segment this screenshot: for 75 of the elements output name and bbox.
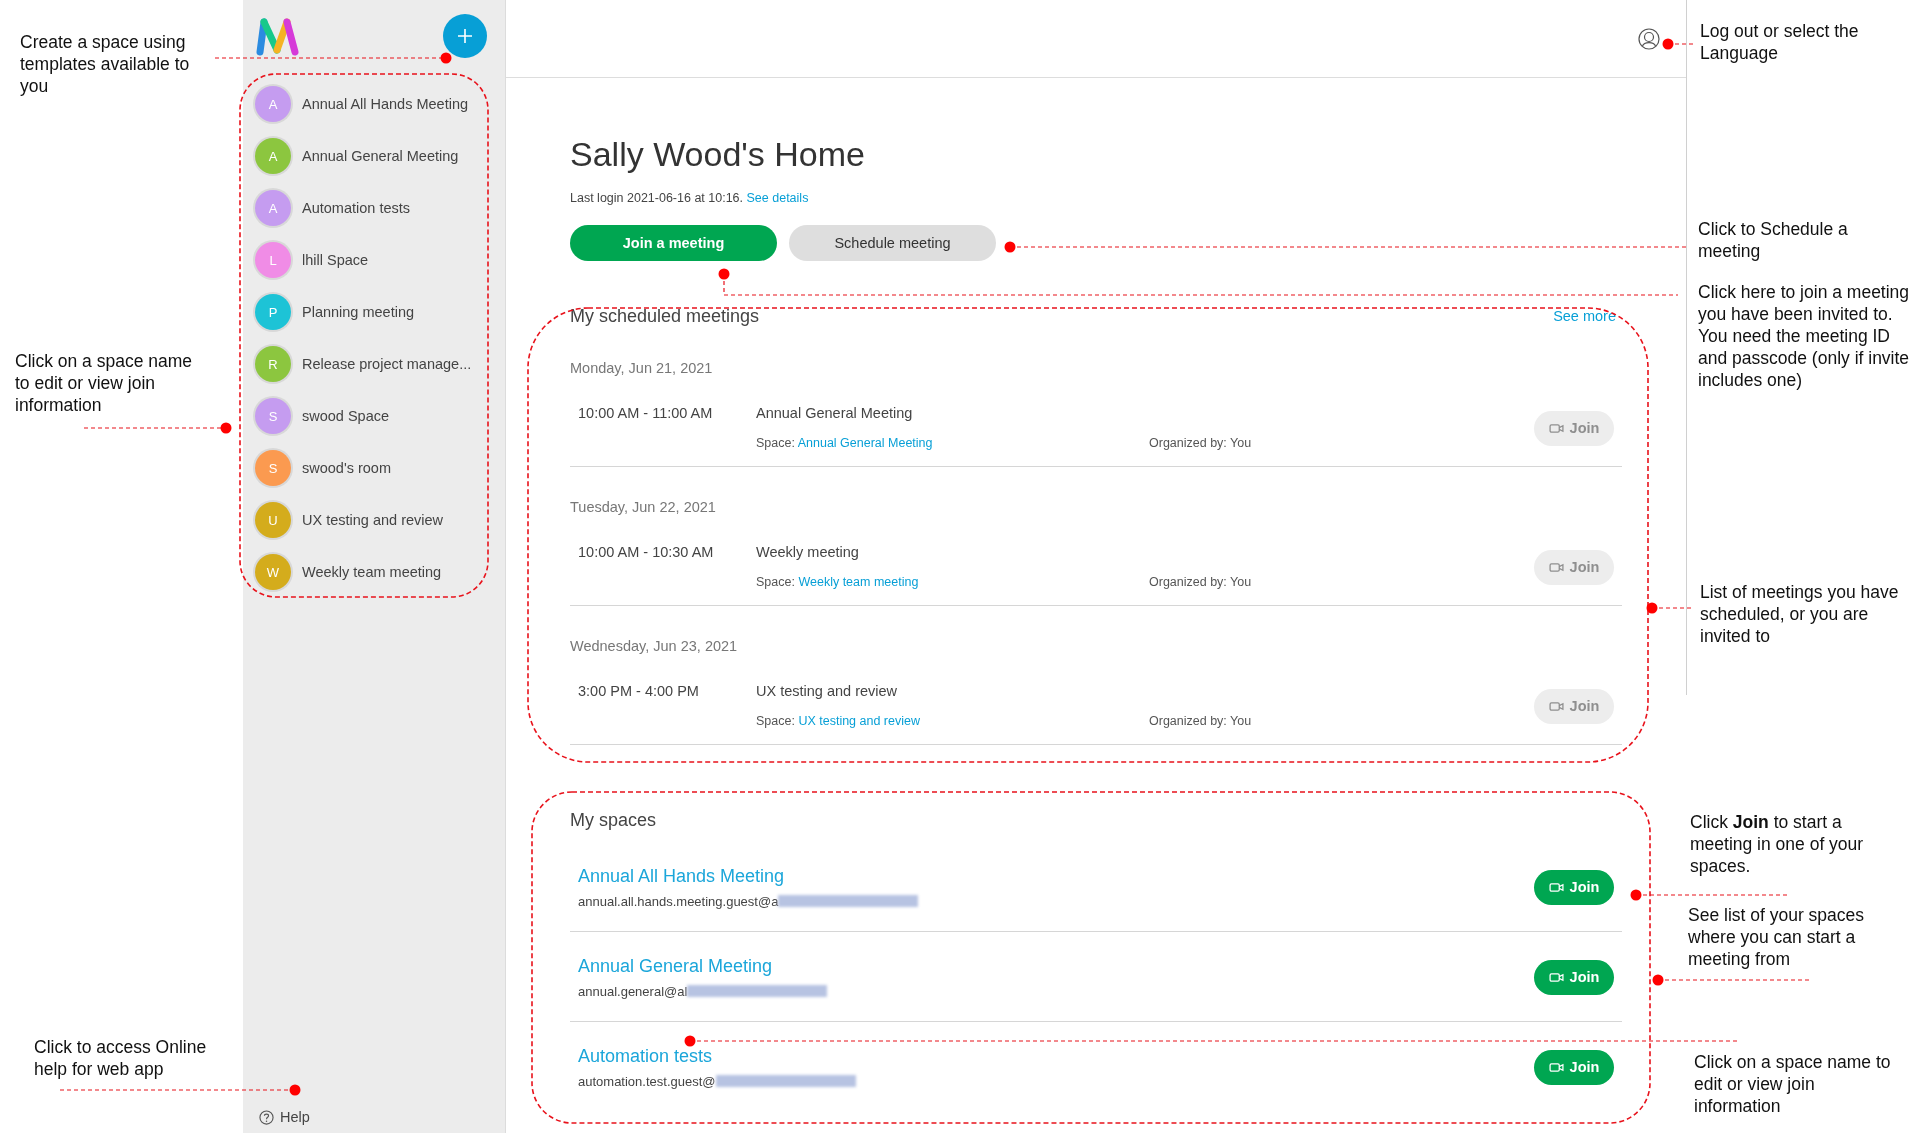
space-name-link[interactable]: Annual General Meeting <box>578 954 773 978</box>
camera-icon <box>1548 561 1564 573</box>
meeting-time: 3:00 PM - 4:00 PM <box>578 683 700 699</box>
space-name[interactable]: Weekly team meeting <box>302 564 442 580</box>
space-name[interactable]: UX testing and review <box>302 512 444 528</box>
annotation-text: List of meetings you have scheduled, or you are invited to <box>1700 581 1900 647</box>
space-avatar: U <box>255 502 291 538</box>
space-avatar: P <box>255 294 291 330</box>
plus-icon <box>457 28 473 44</box>
space-name[interactable]: Annual General Meeting <box>302 148 459 164</box>
annotation-text: Click on a space name to edit or view join information <box>15 350 194 416</box>
space-name[interactable]: Release project manage... <box>302 356 472 372</box>
see-details-link[interactable]: See details <box>746 191 809 205</box>
space-avatar: L <box>255 242 291 278</box>
space-avatar: R <box>255 346 291 382</box>
meeting-date: Tuesday, Jun 22, 2021 <box>570 498 717 517</box>
meeting-date: Monday, Jun 21, 2021 <box>570 359 714 378</box>
meeting-time: 10:00 AM - 11:00 AM <box>578 405 714 421</box>
space-address: annual.all.hands.meeting.guest@a <box>578 893 779 909</box>
annotation-text: Log out or select the Language <box>1700 20 1860 64</box>
page-title: Sally Wood's Home <box>570 134 866 174</box>
space-label: Space: <box>756 575 795 589</box>
user-icon[interactable] <box>1638 27 1660 50</box>
annotation-text: See list of your spaces where you can start a meeting from <box>1688 904 1866 970</box>
space-avatar: S <box>255 450 291 486</box>
space-avatar: W <box>255 554 291 590</box>
space-address: automation.test.guest@ <box>578 1073 716 1089</box>
camera-icon <box>1548 700 1564 712</box>
annotation-text: Create a space using templates available to you <box>20 31 191 97</box>
join-meeting-button[interactable]: Join a meeting <box>570 225 777 261</box>
join-button[interactable]: Join <box>1534 869 1614 905</box>
space-name-link[interactable]: Automation tests <box>578 1044 713 1068</box>
space-name[interactable]: Annual All Hands Meeting <box>302 96 469 112</box>
meeting-title: Weekly meeting <box>756 544 860 560</box>
space-avatar: A <box>255 138 291 174</box>
space-avatar: A <box>255 190 291 226</box>
camera-icon <box>1548 971 1564 983</box>
annotation-text: Click on a space name to edit or view join information <box>1694 1051 1892 1117</box>
organizer-text: Organized by: You <box>1149 575 1253 589</box>
space-name[interactable]: swood Space <box>302 408 390 424</box>
camera-icon <box>1548 1061 1564 1073</box>
space-label: Space: <box>756 436 795 450</box>
meeting-time: 10:00 AM - 10:30 AM <box>578 544 715 560</box>
last-login-text: Last login 2021-06-16 at 10:16. <box>570 191 744 205</box>
space-label: Space: <box>756 714 795 728</box>
space-name-link[interactable]: Annual All Hands Meeting <box>578 864 785 888</box>
organizer-text: Organized by: You <box>1149 714 1253 728</box>
leader-line <box>1662 38 1695 50</box>
help-icon <box>259 1109 274 1125</box>
section-title: My spaces <box>570 809 657 831</box>
meeting-title: UX testing and review <box>756 683 899 699</box>
space-address: annual.general@al <box>578 983 688 999</box>
meeting-date: Wednesday, Jun 23, 2021 <box>570 637 739 656</box>
add-button[interactable] <box>443 14 487 58</box>
schedule-meeting-button[interactable]: Schedule meeting <box>789 225 996 261</box>
space-avatar: A <box>255 86 291 122</box>
meeting-title: Annual General Meeting <box>756 405 914 421</box>
annotation-text: Click Join to start a meeting in one of your spaces. <box>1690 811 1865 877</box>
space-name[interactable]: swood's room <box>302 460 391 476</box>
space-name[interactable]: Planning meeting <box>302 304 415 320</box>
logo-icon <box>255 16 301 58</box>
join-button[interactable]: Join <box>1534 959 1614 995</box>
camera-icon <box>1548 881 1564 893</box>
join-button[interactable]: Join <box>1534 1049 1614 1085</box>
section-title: My scheduled meetings <box>570 305 760 327</box>
help-button[interactable]: Help <box>243 1109 505 1133</box>
annotation-text: Click to Schedule a meeting <box>1698 218 1849 262</box>
organizer-text: Organized by: You <box>1149 436 1253 450</box>
see-more-link[interactable]: See more <box>1553 308 1616 324</box>
space-avatar: S <box>255 398 291 434</box>
space-name[interactable]: Automation tests <box>302 200 410 216</box>
space-name[interactable]: lhill Space <box>302 252 369 268</box>
annotation-text: Click here to join a meeting you have been invited to. You need the meeting ID and passcode (only if invite includes one) <box>1698 281 1910 391</box>
camera-icon <box>1548 422 1564 434</box>
annotation-text: Click to access Online help for web app <box>34 1036 208 1080</box>
